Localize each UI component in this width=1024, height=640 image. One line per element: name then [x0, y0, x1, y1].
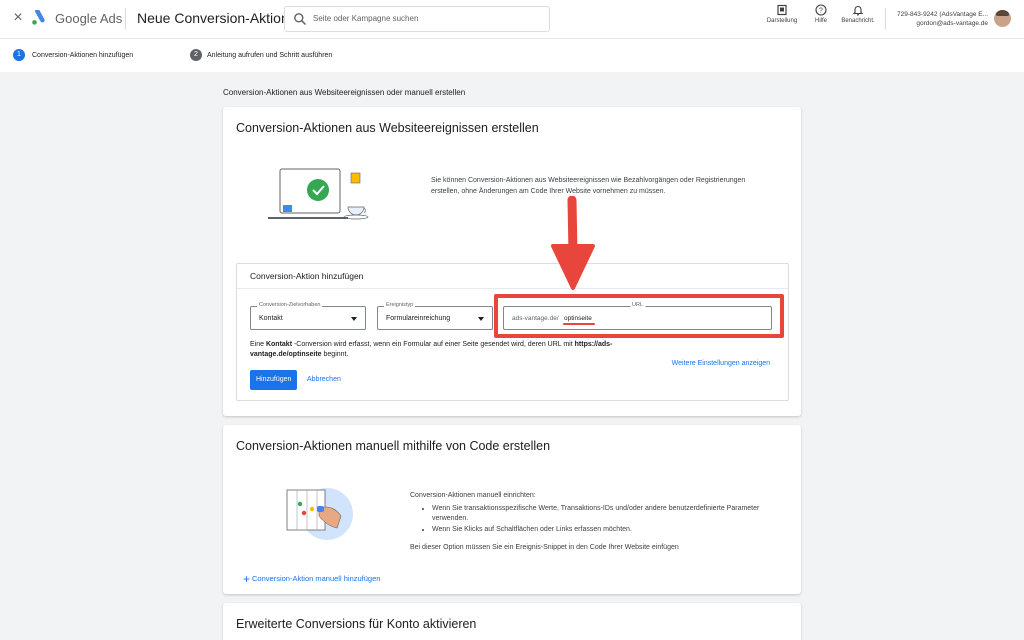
top-bar: × Google Ads Neue Conversion-Aktion Seit… [0, 0, 1024, 38]
manual-description: Conversion-Aktionen manuell einrichten: … [410, 491, 770, 554]
help-label: Hilfe [814, 18, 827, 24]
add-conversion-panel: Conversion-Aktion hinzufügen Conversion-… [236, 263, 789, 401]
account-id: 729-843-9242 (AdsVantage E... [897, 11, 988, 18]
add-manual-label: Conversion-Aktion manuell hinzufügen [252, 574, 381, 583]
bell-icon [852, 6, 864, 16]
chevron-down-icon [351, 317, 357, 321]
more-settings-link[interactable]: Weitere Einstellungen anzeigen [672, 360, 770, 367]
account-email: gordon@ads-vantage.de [916, 20, 988, 27]
notifications-label: Benachricht. [841, 18, 875, 24]
url-prefix: ads-vantage.de/ [512, 315, 559, 322]
steps-bar: 1 Conversion-Aktionen hinzufügen 2 Anlei… [0, 38, 1024, 72]
divider [885, 8, 886, 30]
step-1-number: 1 [13, 49, 25, 61]
close-icon[interactable]: × [9, 9, 27, 27]
appearance-button[interactable]: Darstellung [763, 4, 801, 34]
list-item: Wenn Sie Klicks auf Schaltflächen oder L… [432, 525, 770, 536]
step-1-label[interactable]: Conversion-Aktionen hinzufügen [32, 52, 133, 59]
google-ads-logo [32, 10, 45, 25]
search-input[interactable]: Seite oder Kampagne suchen [284, 6, 550, 32]
website-events-description: Sie können Conversion-Aktionen aus Websi… [431, 177, 746, 195]
cancel-button[interactable]: Abbrechen [307, 376, 341, 383]
chevron-down-icon [478, 317, 484, 321]
conversion-hint: Eine Kontakt -Conversion wird erfasst, w… [250, 341, 613, 358]
appearance-icon [777, 4, 787, 16]
svg-text:?: ? [819, 8, 823, 15]
account-switcher[interactable]: 729-843-9242 (AdsVantage E... gordon@ads… [897, 10, 988, 28]
step-2-number: 2 [190, 49, 202, 61]
step-2-label[interactable]: Anleitung aufrufen und Schritt ausführen [207, 52, 332, 59]
url-path: optinseite [564, 315, 592, 322]
url-label: URL [629, 302, 646, 308]
snippet-note: Bei dieser Option müssen Sie ein Ereigni… [410, 544, 679, 551]
list-item: Wenn Sie transaktionsspezifische Werte, … [432, 504, 770, 525]
card-title: Conversion-Aktionen aus Websiteereigniss… [236, 121, 539, 135]
event-type-value: Formulareinreichung [386, 315, 451, 322]
website-events-card: Conversion-Aktionen aus Websiteereigniss… [223, 107, 801, 416]
help-icon: ? [815, 4, 827, 16]
url-input[interactable]: URL ads-vantage.de/ optinseite [503, 302, 772, 330]
search-placeholder: Seite oder Kampagne suchen [313, 14, 419, 23]
panel-title: Conversion-Aktion hinzufügen [250, 271, 364, 281]
code-illustration [286, 488, 353, 540]
goal-value: Kontakt [259, 315, 283, 322]
brand-name: Google Ads [55, 11, 123, 26]
manual-intro: Conversion-Aktionen manuell einrichten: [410, 492, 536, 499]
card-title: Conversion-Aktionen manuell mithilfe von… [236, 439, 551, 453]
avatar[interactable] [994, 10, 1011, 27]
event-type-label: Ereignistyp [384, 302, 416, 308]
notifications-button[interactable]: Benachricht. [837, 4, 879, 34]
appearance-label: Darstellung [766, 18, 798, 24]
goal-select[interactable]: Conversion-Zielvorhaben Kontakt [250, 302, 366, 330]
annotation-arrow-icon [551, 196, 595, 290]
manual-bullet-list: Wenn Sie transaktionsspezifische Werte, … [432, 504, 770, 536]
divider [237, 288, 788, 289]
enhanced-conversions-card: Erweiterte Conversions für Konto aktivie… [223, 603, 801, 640]
url-path-underline [563, 323, 595, 325]
goal-label: Conversion-Zielvorhaben [257, 302, 323, 308]
add-manual-conversion-link[interactable]: + Conversion-Aktion manuell hinzufügen [243, 572, 380, 586]
section-heading: Conversion-Aktionen aus Websiteereigniss… [223, 88, 466, 97]
monitor-illustration [268, 168, 369, 220]
search-icon [294, 13, 307, 26]
card-title: Erweiterte Conversions für Konto aktivie… [236, 617, 477, 631]
add-button[interactable]: Hinzufügen [250, 370, 298, 390]
event-type-select[interactable]: Ereignistyp Formulareinreichung [377, 302, 493, 330]
divider [125, 8, 126, 30]
page-title: Neue Conversion-Aktion [137, 10, 289, 26]
help-button[interactable]: ? Hilfe [808, 4, 834, 34]
manual-code-card: Conversion-Aktionen manuell mithilfe von… [223, 425, 801, 594]
plus-icon: + [243, 572, 251, 586]
